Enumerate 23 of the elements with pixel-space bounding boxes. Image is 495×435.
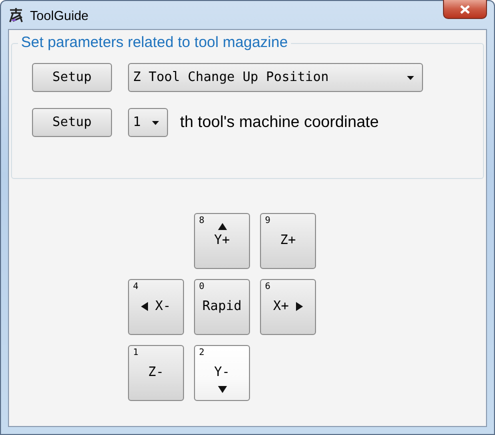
jog-key[interactable]: 8 Y+ [194, 213, 250, 269]
triangle-up-icon [218, 223, 226, 230]
dropdown-arrow-icon [152, 120, 159, 124]
dropdown-arrow-icon [407, 76, 414, 80]
jog-key[interactable]: 0 Rapid [194, 279, 250, 335]
coordinate-label: th tool's machine coordinate [180, 114, 379, 132]
close-button[interactable] [443, 0, 487, 19]
jog-key[interactable]: 4 X- [128, 279, 184, 335]
dropdown[interactable]: Z Tool Change Up Position [128, 63, 423, 92]
setup-button[interactable]: Setup [32, 63, 112, 92]
triangle-left-icon [141, 302, 148, 310]
window-title: ToolGuide [30, 8, 89, 22]
setup-button[interactable]: Setup [32, 108, 112, 137]
close-icon [460, 4, 470, 14]
group-title: Set parameters related to tool magazine [18, 34, 291, 52]
jog-key[interactable]: 9 Z+ [260, 213, 316, 269]
triangle-right-icon [296, 302, 303, 310]
triangle-down-icon [218, 386, 226, 392]
jog-key[interactable]: 1 Z- [128, 345, 184, 401]
app-icon [8, 7, 24, 23]
dropdown[interactable]: 1 [128, 108, 168, 137]
jog-key[interactable]: 6 X+ [260, 279, 316, 335]
jog-key[interactable]: 2 Y- [194, 345, 250, 401]
